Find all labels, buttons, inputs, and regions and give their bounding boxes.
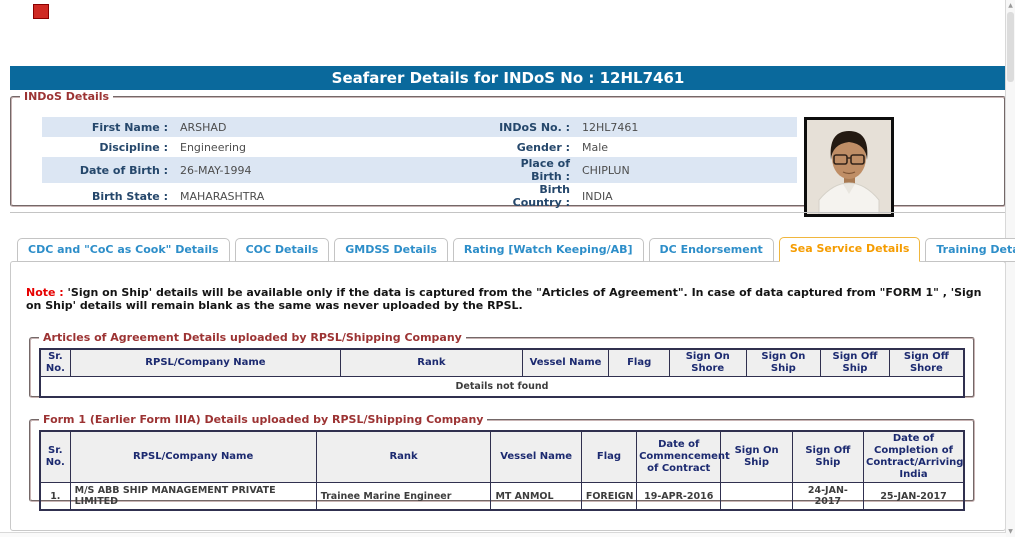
tab-dc-endorsement[interactable]: DC Endorsement	[648, 238, 774, 262]
field-label-discipline: Discipline :	[99, 140, 168, 154]
tab-gmdss-details[interactable]: GMDSS Details	[334, 238, 448, 262]
indos-details-table: First Name : ARSHAD INDoS No. : 12HL7461…	[42, 117, 797, 209]
indos-details-legend: INDoS Details	[24, 90, 110, 103]
broken-image-marker	[33, 4, 49, 19]
col-header-sign-on-ship: Sign On Ship	[720, 430, 793, 483]
tab-coc-details[interactable]: COC Details	[234, 238, 330, 262]
indos-details-fieldset: INDoS Details First Name : ARSHAD INDoS …	[10, 90, 1006, 217]
tab-training-details[interactable]: Training Details	[925, 238, 1015, 262]
col-header-date-of-commencement: Date of Commencement of Contract	[636, 430, 730, 483]
table-header-row: Sr. No. RPSL/Company Name Rank Vessel Na…	[39, 348, 965, 377]
cell-flag: FOREIGN	[580, 482, 638, 511]
empty-message: Details not found	[39, 376, 965, 398]
indos-row: First Name : ARSHAD INDoS No. : 12HL7461	[42, 117, 797, 137]
table-header-row: Sr. No. RPSL/Company Name Rank Vessel Na…	[39, 430, 965, 483]
field-label-date-of-birth: Date of Birth :	[42, 157, 174, 183]
seafarer-photo	[804, 117, 894, 217]
field-value-place-of-birth: CHIPLUN	[576, 157, 797, 183]
tab-bar: CDC and "CoC as Cook" Details COC Detail…	[17, 237, 1015, 262]
field-value-first-name: ARSHAD	[174, 117, 482, 137]
note-text: Note : 'Sign on Ship' details will be av…	[26, 286, 989, 313]
form1-details-table: Sr. No. RPSL/Company Name Rank Vessel Na…	[39, 430, 965, 511]
form1-details-fieldset: Form 1 (Earlier Form IIIA) Details uploa…	[29, 413, 975, 511]
col-header-rank: Rank	[340, 348, 523, 377]
cell-vessel: MT ANMOL	[490, 482, 582, 511]
sea-service-tab-panel: Note : 'Sign on Ship' details will be av…	[10, 261, 1006, 531]
note-label: Note :	[26, 286, 64, 299]
field-label-birth-country: Birth Country :	[512, 183, 570, 209]
cell-commencement-date: 19-APR-2016	[636, 482, 722, 511]
col-header-sr-no: Sr. No.	[39, 430, 71, 483]
indos-row: Date of Birth : 26-MAY-1994 Place of Bir…	[42, 157, 797, 183]
field-label-indos-no: INDoS No. :	[482, 117, 576, 137]
scrollbar-thumb[interactable]	[1007, 12, 1014, 82]
table-row: Details not found	[39, 376, 965, 398]
section-divider	[10, 212, 1006, 213]
tab-cdc-coc-as-cook-details[interactable]: CDC and "CoC as Cook" Details	[17, 238, 230, 262]
seafarer-photo-image	[807, 120, 891, 214]
scroll-down-icon[interactable]: ▼	[1006, 526, 1015, 537]
field-value-birth-country: INDIA	[582, 189, 613, 203]
tab-sea-service-details[interactable]: Sea Service Details	[778, 237, 921, 262]
col-header-sign-on-ship: Sign On Ship	[745, 348, 822, 377]
articles-of-agreement-table: Sr. No. RPSL/Company Name Rank Vessel Na…	[39, 348, 965, 398]
field-value-discipline: Engineering	[180, 140, 246, 154]
col-header-rpsl-company-name: RPSL/Company Name	[69, 348, 342, 377]
col-header-flag: Flag	[608, 348, 670, 377]
col-header-sr-no: Sr. No.	[39, 348, 71, 377]
field-label-place-of-birth: Place of Birth :	[482, 157, 576, 183]
table-row: 1. M/S ABB SHIP MANAGEMENT PRIVATE LIMIT…	[39, 482, 965, 511]
col-header-vessel-name: Vessel Name	[490, 430, 582, 483]
vertical-scrollbar[interactable]: ▲ ▼	[1005, 0, 1015, 537]
col-header-sign-off-shore: Sign Off Shore	[888, 348, 965, 377]
field-value-date-of-birth: 26-MAY-1994	[174, 157, 482, 183]
col-header-sign-off-ship: Sign Off Ship	[791, 430, 865, 483]
col-header-vessel-name: Vessel Name	[521, 348, 610, 377]
form1-details-legend: Form 1 (Earlier Form IIIA) Details uploa…	[43, 413, 484, 426]
cell-sign-on-ship	[720, 482, 793, 511]
articles-of-agreement-fieldset: Articles of Agreement Details uploaded b…	[29, 331, 975, 398]
col-header-sign-off-ship: Sign Off Ship	[820, 348, 890, 377]
cell-company: M/S ABB SHIP MANAGEMENT PRIVATE LIMITED	[69, 482, 317, 511]
field-label-birth-state: Birth State :	[91, 189, 168, 203]
cell-rank: Trainee Marine Engineer	[315, 482, 492, 511]
field-label-first-name: First Name :	[42, 117, 174, 137]
articles-of-agreement-legend: Articles of Agreement Details uploaded b…	[43, 331, 462, 344]
indos-row: Birth State : MAHARASHTRA Birth Country …	[42, 183, 797, 209]
col-header-date-of-completion: Date of Completion of Contract/Arriving …	[863, 430, 965, 483]
indos-row: Discipline : Engineering Gender : Male	[42, 137, 797, 157]
tab-rating-watch-keeping-ab[interactable]: Rating [Watch Keeping/AB]	[452, 238, 644, 262]
cell-sign-off-ship: 24-JAN-2017	[791, 482, 865, 511]
scroll-up-icon[interactable]: ▲	[1006, 0, 1015, 11]
col-header-rpsl-company-name: RPSL/Company Name	[69, 430, 317, 483]
field-value-indos-no: 12HL7461	[576, 117, 797, 137]
page-title: Seafarer Details for INDoS No : 12HL7461	[10, 66, 1006, 90]
cell-sr-no: 1.	[39, 482, 71, 511]
col-header-flag: Flag	[580, 430, 638, 483]
cell-completion-date: 25-JAN-2017	[863, 482, 965, 511]
col-header-sign-on-shore: Sign On Shore	[668, 348, 747, 377]
note-body: 'Sign on Ship' details will be available…	[26, 286, 982, 312]
col-header-rank: Rank	[315, 430, 492, 483]
field-value-gender: Male	[582, 140, 609, 154]
seafarer-details-page: Seafarer Details for INDoS No : 12HL7461…	[0, 0, 1015, 537]
field-value-birth-state: MAHARASHTRA	[180, 189, 265, 203]
field-label-gender: Gender :	[516, 140, 570, 154]
horizontal-scrollbar[interactable]	[0, 532, 1006, 537]
